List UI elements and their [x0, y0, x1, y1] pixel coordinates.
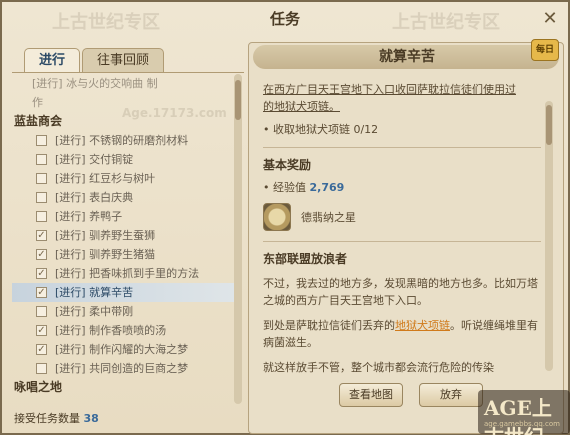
- track-checkbox[interactable]: [36, 363, 47, 374]
- reward-item[interactable]: 德翡纳之星: [263, 203, 541, 231]
- track-checkbox[interactable]: ✓: [36, 287, 47, 298]
- tab-history[interactable]: 往事回顾: [82, 48, 165, 72]
- track-checkbox[interactable]: ✓: [36, 344, 47, 355]
- dialog-paragraph: 到处是萨耽拉信徒们丢弃的地狱犬项链。听说缠绳堆里有病菌滋生。: [263, 317, 541, 351]
- reward-title: 基本奖励: [263, 158, 312, 172]
- quest-label: [进行] 柔中带刚: [55, 305, 134, 318]
- quest-list: [进行] 冰与火的交响曲 制作蓝盐商会 [进行] 不锈钢的研磨剂材料 [进行] 交付…: [12, 74, 234, 406]
- view-map-button[interactable]: 查看地图: [339, 383, 403, 407]
- quest-list-item[interactable]: [进行] 不锈钢的研磨剂材料: [12, 131, 234, 150]
- close-icon[interactable]: ✕: [540, 9, 560, 29]
- quest-label: [进行] 制作闪耀的大海之梦: [55, 343, 189, 356]
- quest-label: [进行] 表白庆典: [55, 191, 134, 204]
- quest-list-item[interactable]: [进行] 养鸭子: [12, 207, 234, 226]
- quest-list-item[interactable]: [进行] 交付铜锭: [12, 150, 234, 169]
- quest-list-panel: 进行 往事回顾 [进行] 冰与火的交响曲 制作蓝盐商会 [进行] 不锈钢的研磨剂材…: [12, 44, 244, 432]
- quest-label: [进行] 红豆杉与树叶: [55, 172, 156, 185]
- reward-item-name: 德翡纳之星: [301, 211, 356, 224]
- quest-list-item[interactable]: ✓ [进行] 驯养野生蚕狮: [12, 226, 234, 245]
- quest-label: [进行] 就算辛苦: [55, 286, 134, 299]
- site-logo: AGE上古世纪 age.gamebbs.qq.com: [478, 390, 570, 435]
- dialog-paragraph: 就这样放手不管，整个城市都会流行危险的传染: [263, 361, 494, 374]
- quest-label: [进行] 养鸭子: [55, 210, 123, 223]
- quest-title: 就算辛苦: [379, 49, 435, 65]
- tab-bar: 进行 往事回顾: [24, 48, 166, 72]
- logo-text: AGE上古世纪: [484, 396, 552, 435]
- quest-label: [进行] 把香味抓到手里的方法: [55, 267, 200, 280]
- quest-objective: • 收取地狱犬项链 0/12: [263, 123, 379, 136]
- scrollbar-thumb[interactable]: [546, 105, 552, 145]
- quest-label: [进行] 不锈钢的研磨剂材料: [55, 134, 189, 147]
- accepted-count-label: 接受任务数量: [14, 412, 80, 425]
- quest-list-item[interactable]: [进行] 共同创造的巨商之梦: [12, 359, 234, 378]
- track-checkbox[interactable]: [36, 192, 47, 203]
- logo-url: age.gamebbs.qq.com: [484, 420, 560, 428]
- scrollbar-thumb[interactable]: [235, 80, 241, 120]
- divider: [263, 241, 541, 242]
- quest-label: 作: [32, 96, 43, 109]
- star-medal-icon[interactable]: [263, 203, 291, 231]
- quest-detail-panel: 就算辛苦 每日 在西方广目天王宫地下入口收回萨耽拉信徒们使用过 的地狱犬项链。 …: [248, 39, 564, 434]
- quest-list-scrollbar[interactable]: [234, 74, 242, 404]
- track-checkbox[interactable]: ✓: [36, 230, 47, 241]
- exp-label: • 经验值: [263, 181, 306, 194]
- track-checkbox[interactable]: [36, 211, 47, 222]
- quest-list-item[interactable]: [进行] 红豆杉与树叶: [12, 169, 234, 188]
- track-checkbox[interactable]: ✓: [36, 325, 47, 336]
- description-line: 的地狱犬项链。: [263, 100, 340, 113]
- quest-list-item[interactable]: [进行] 表白庆典: [12, 188, 234, 207]
- track-checkbox[interactable]: ✓: [36, 268, 47, 279]
- list-item: [进行] 冰与火的交响曲 制: [12, 74, 234, 93]
- quest-label: [进行] 共同创造的巨商之梦: [55, 362, 189, 375]
- exp-reward: • 经验值 2,769: [263, 179, 541, 195]
- track-checkbox[interactable]: [36, 306, 47, 317]
- quest-label: [进行] 制作香喷喷的汤: [55, 324, 167, 337]
- window-title: 任务: [269, 10, 300, 28]
- track-checkbox[interactable]: ✓: [36, 249, 47, 260]
- quest-label: [进行] 交付铜锭: [55, 153, 134, 166]
- abandon-button[interactable]: 放弃: [419, 383, 483, 407]
- detail-scrollbar[interactable]: [545, 101, 553, 371]
- description-line: 在西方广目天王宫地下入口收回萨耽拉信徒们使用过: [263, 83, 516, 96]
- accepted-count-value: 38: [83, 412, 99, 425]
- quest-list-item[interactable]: ✓ [进行] 把香味抓到手里的方法: [12, 264, 234, 283]
- quest-list-item[interactable]: ✓ [进行] 制作闪耀的大海之梦: [12, 340, 234, 359]
- quest-list-item[interactable]: ✓ [进行] 就算辛苦: [12, 283, 234, 302]
- accepted-count: 接受任务数量 38: [14, 410, 99, 426]
- quest-label: [进行] 冰与火的交响曲 制: [32, 77, 158, 90]
- track-checkbox[interactable]: [36, 154, 47, 165]
- divider: [263, 147, 541, 148]
- quest-window: 上古世纪专区 上古世纪专区 Age.17173.com Age.17173.co…: [0, 0, 570, 435]
- exp-value: 2,769: [309, 181, 345, 194]
- daily-badge: 每日: [531, 39, 559, 61]
- quest-label: 蓝盐商会: [14, 114, 63, 128]
- list-item: 作: [12, 93, 234, 112]
- npc-name: 东部联盟放浪者: [263, 252, 348, 266]
- track-checkbox[interactable]: [36, 173, 47, 184]
- quest-label: [进行] 驯养野生蚕狮: [55, 229, 156, 242]
- dialog-text: 到处是萨耽拉信徒们丢弃的: [263, 319, 395, 332]
- quest-detail-body: 在西方广目天王宫地下入口收回萨耽拉信徒们使用过 的地狱犬项链。 • 收取地狱犬项…: [263, 81, 541, 401]
- quest-group-header[interactable]: 咏唱之地: [12, 378, 234, 397]
- highlighted-item-link[interactable]: 地狱犬项链: [395, 319, 450, 332]
- quest-label: 咏唱之地: [14, 380, 63, 394]
- quest-label: [进行] 驯养野生猪猫: [55, 248, 156, 261]
- quest-list-item[interactable]: ✓ [进行] 制作香喷喷的汤: [12, 321, 234, 340]
- track-checkbox[interactable]: [36, 135, 47, 146]
- quest-description: 在西方广目天王宫地下入口收回萨耽拉信徒们使用过 的地狱犬项链。: [263, 81, 541, 115]
- quest-list-item[interactable]: [进行] 柔中带刚: [12, 302, 234, 321]
- quest-list-item[interactable]: ✓ [进行] 驯养野生猪猫: [12, 245, 234, 264]
- quest-group-header[interactable]: 蓝盐商会: [12, 112, 234, 131]
- tab-in-progress[interactable]: 进行: [24, 48, 81, 72]
- dialog-paragraph: 不过，我去过的地方多，发现黑暗的地方也多。比如万塔之城的西方广目天王宫地下入口。: [263, 277, 538, 307]
- tab-divider: [12, 72, 244, 73]
